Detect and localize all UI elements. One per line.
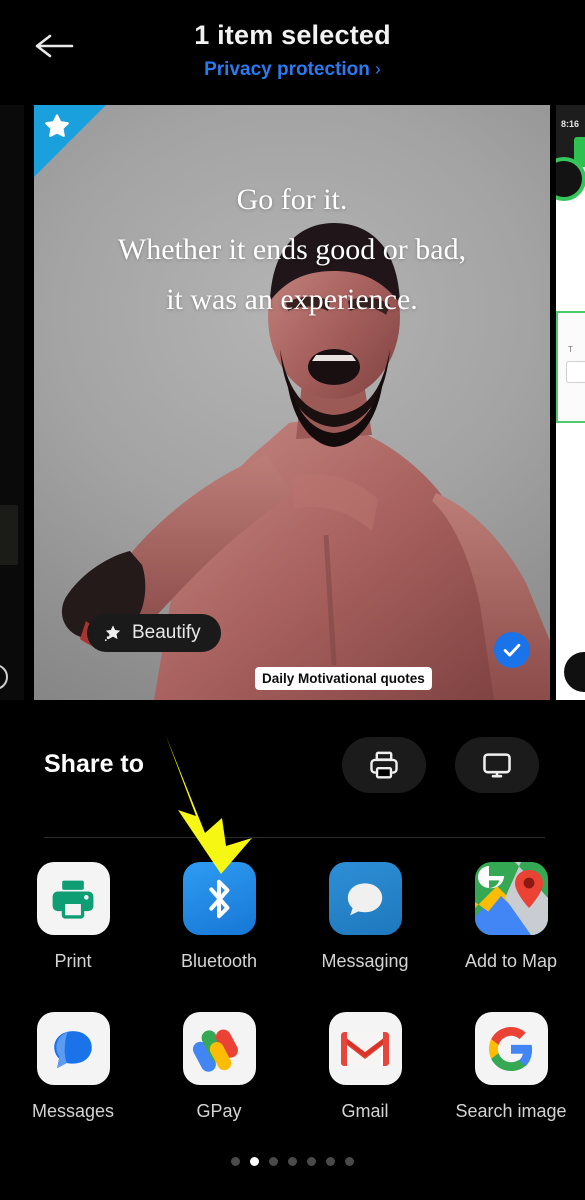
- page-title: 1 item selected: [194, 20, 391, 50]
- share-target-label: Messaging: [321, 951, 409, 971]
- privacy-protection-link[interactable]: Privacy protection ›: [0, 59, 585, 81]
- share-target-search-image[interactable]: Search image: [438, 1012, 584, 1122]
- google-maps-glyph-icon: [474, 862, 548, 935]
- quote-text: Go for it. Whether it ends good or bad, …: [34, 175, 550, 325]
- share-sheet-divider: [44, 837, 545, 838]
- share-target-label: Search image: [455, 1101, 567, 1121]
- google-icon: [474, 1012, 548, 1085]
- share-target-label: Add to Map: [464, 951, 558, 971]
- share-target-label: Print: [54, 951, 92, 971]
- chevron-right-icon: ›: [374, 59, 381, 79]
- page-dot[interactable]: [307, 1157, 316, 1166]
- share-target-label: Bluetooth: [180, 951, 258, 971]
- beautify-label: Beautify: [132, 622, 201, 643]
- thumb-photo-ruins: [0, 435, 24, 700]
- privacy-protection-label: Privacy protection: [204, 59, 370, 80]
- share-target-label: Gmail: [341, 1101, 389, 1121]
- page-indicator-dots[interactable]: [0, 1157, 585, 1166]
- google-messages-icon: [36, 1012, 110, 1085]
- share-target-messages[interactable]: Messages: [0, 1012, 146, 1122]
- page-dot[interactable]: [326, 1157, 335, 1166]
- print-glyph-icon: [52, 880, 94, 919]
- share-app-row-2: Messages GPay Gmail Search image: [0, 1012, 585, 1162]
- google-glyph-icon: [488, 1026, 533, 1071]
- bluetooth-icon: [182, 862, 256, 935]
- share-target-add-to-map[interactable]: Add to Map: [438, 862, 584, 972]
- page-dot-active[interactable]: [250, 1157, 259, 1166]
- cast-button[interactable]: [455, 737, 539, 793]
- thumb-photo-detail: [0, 505, 18, 565]
- google-maps-icon: [474, 862, 548, 935]
- share-target-bluetooth[interactable]: Bluetooth: [146, 862, 292, 972]
- favorite-ribbon: [34, 105, 106, 177]
- print-button[interactable]: [342, 737, 426, 793]
- share-target-label: GPay: [196, 1101, 242, 1121]
- carousel-thumb-current[interactable]: Go for it. Whether it ends good or bad, …: [34, 105, 550, 700]
- share-app-row-1: Print Bluetooth Messaging Add to Map: [0, 862, 585, 1012]
- star-icon: [45, 114, 69, 137]
- check-icon: [503, 643, 521, 657]
- carousel-thumb-previous[interactable]: [0, 105, 24, 700]
- page-dot[interactable]: [288, 1157, 297, 1166]
- thumb-form-input: [566, 361, 585, 383]
- monitor-cast-icon: [483, 753, 511, 778]
- gpay-icon: [182, 1012, 256, 1085]
- sparkle-wand-icon: [104, 625, 121, 642]
- beautify-button[interactable]: Beautify: [87, 614, 221, 652]
- quote-line-1: Go for it.: [236, 183, 348, 216]
- print-icon: [36, 862, 110, 935]
- thumb-fab: [564, 652, 585, 692]
- carousel-thumb-next[interactable]: 8:16 T: [556, 105, 585, 700]
- share-screen: 1 item selected Privacy protection › Go …: [0, 0, 585, 1200]
- carousel-gap-left: [24, 105, 34, 700]
- file-name-chip: Daily Motivational quotes: [255, 667, 432, 690]
- share-target-gpay[interactable]: GPay: [146, 1012, 292, 1122]
- thumb-status-time: 8:16: [561, 119, 580, 129]
- speech-bubble-icon: [347, 882, 383, 915]
- share-target-gmail[interactable]: Gmail: [292, 1012, 438, 1122]
- gmail-icon: [328, 1012, 402, 1085]
- quote-line-2: Whether it ends good or bad,: [117, 233, 467, 266]
- quote-line-3: it was an experience.: [166, 283, 418, 316]
- bluetooth-glyph-icon: [209, 879, 230, 918]
- share-app-grid: Print Bluetooth Messaging Add to Map Mes…: [0, 862, 585, 1162]
- share-target-print[interactable]: Print: [0, 862, 146, 972]
- share-target-label: Messages: [31, 1101, 115, 1121]
- image-preview-carousel[interactable]: Go for it. Whether it ends good or bad, …: [0, 105, 585, 700]
- page-dot[interactable]: [231, 1157, 240, 1166]
- gmail-glyph-icon: [341, 1031, 389, 1066]
- printer-icon: [370, 751, 398, 779]
- thumb-form-label: T: [568, 345, 573, 354]
- google-messages-glyph-icon: [54, 1030, 92, 1068]
- app-header: 1 item selected Privacy protection ›: [0, 0, 585, 105]
- share-to-heading: Share to: [44, 750, 145, 778]
- page-dot[interactable]: [269, 1157, 278, 1166]
- share-target-messaging[interactable]: Messaging: [292, 862, 438, 972]
- selection-checkbox[interactable]: [494, 632, 530, 668]
- page-dot[interactable]: [345, 1157, 354, 1166]
- gpay-glyph-icon: [192, 1029, 238, 1072]
- messaging-icon: [328, 862, 402, 935]
- thumb-form-card: T: [556, 311, 585, 423]
